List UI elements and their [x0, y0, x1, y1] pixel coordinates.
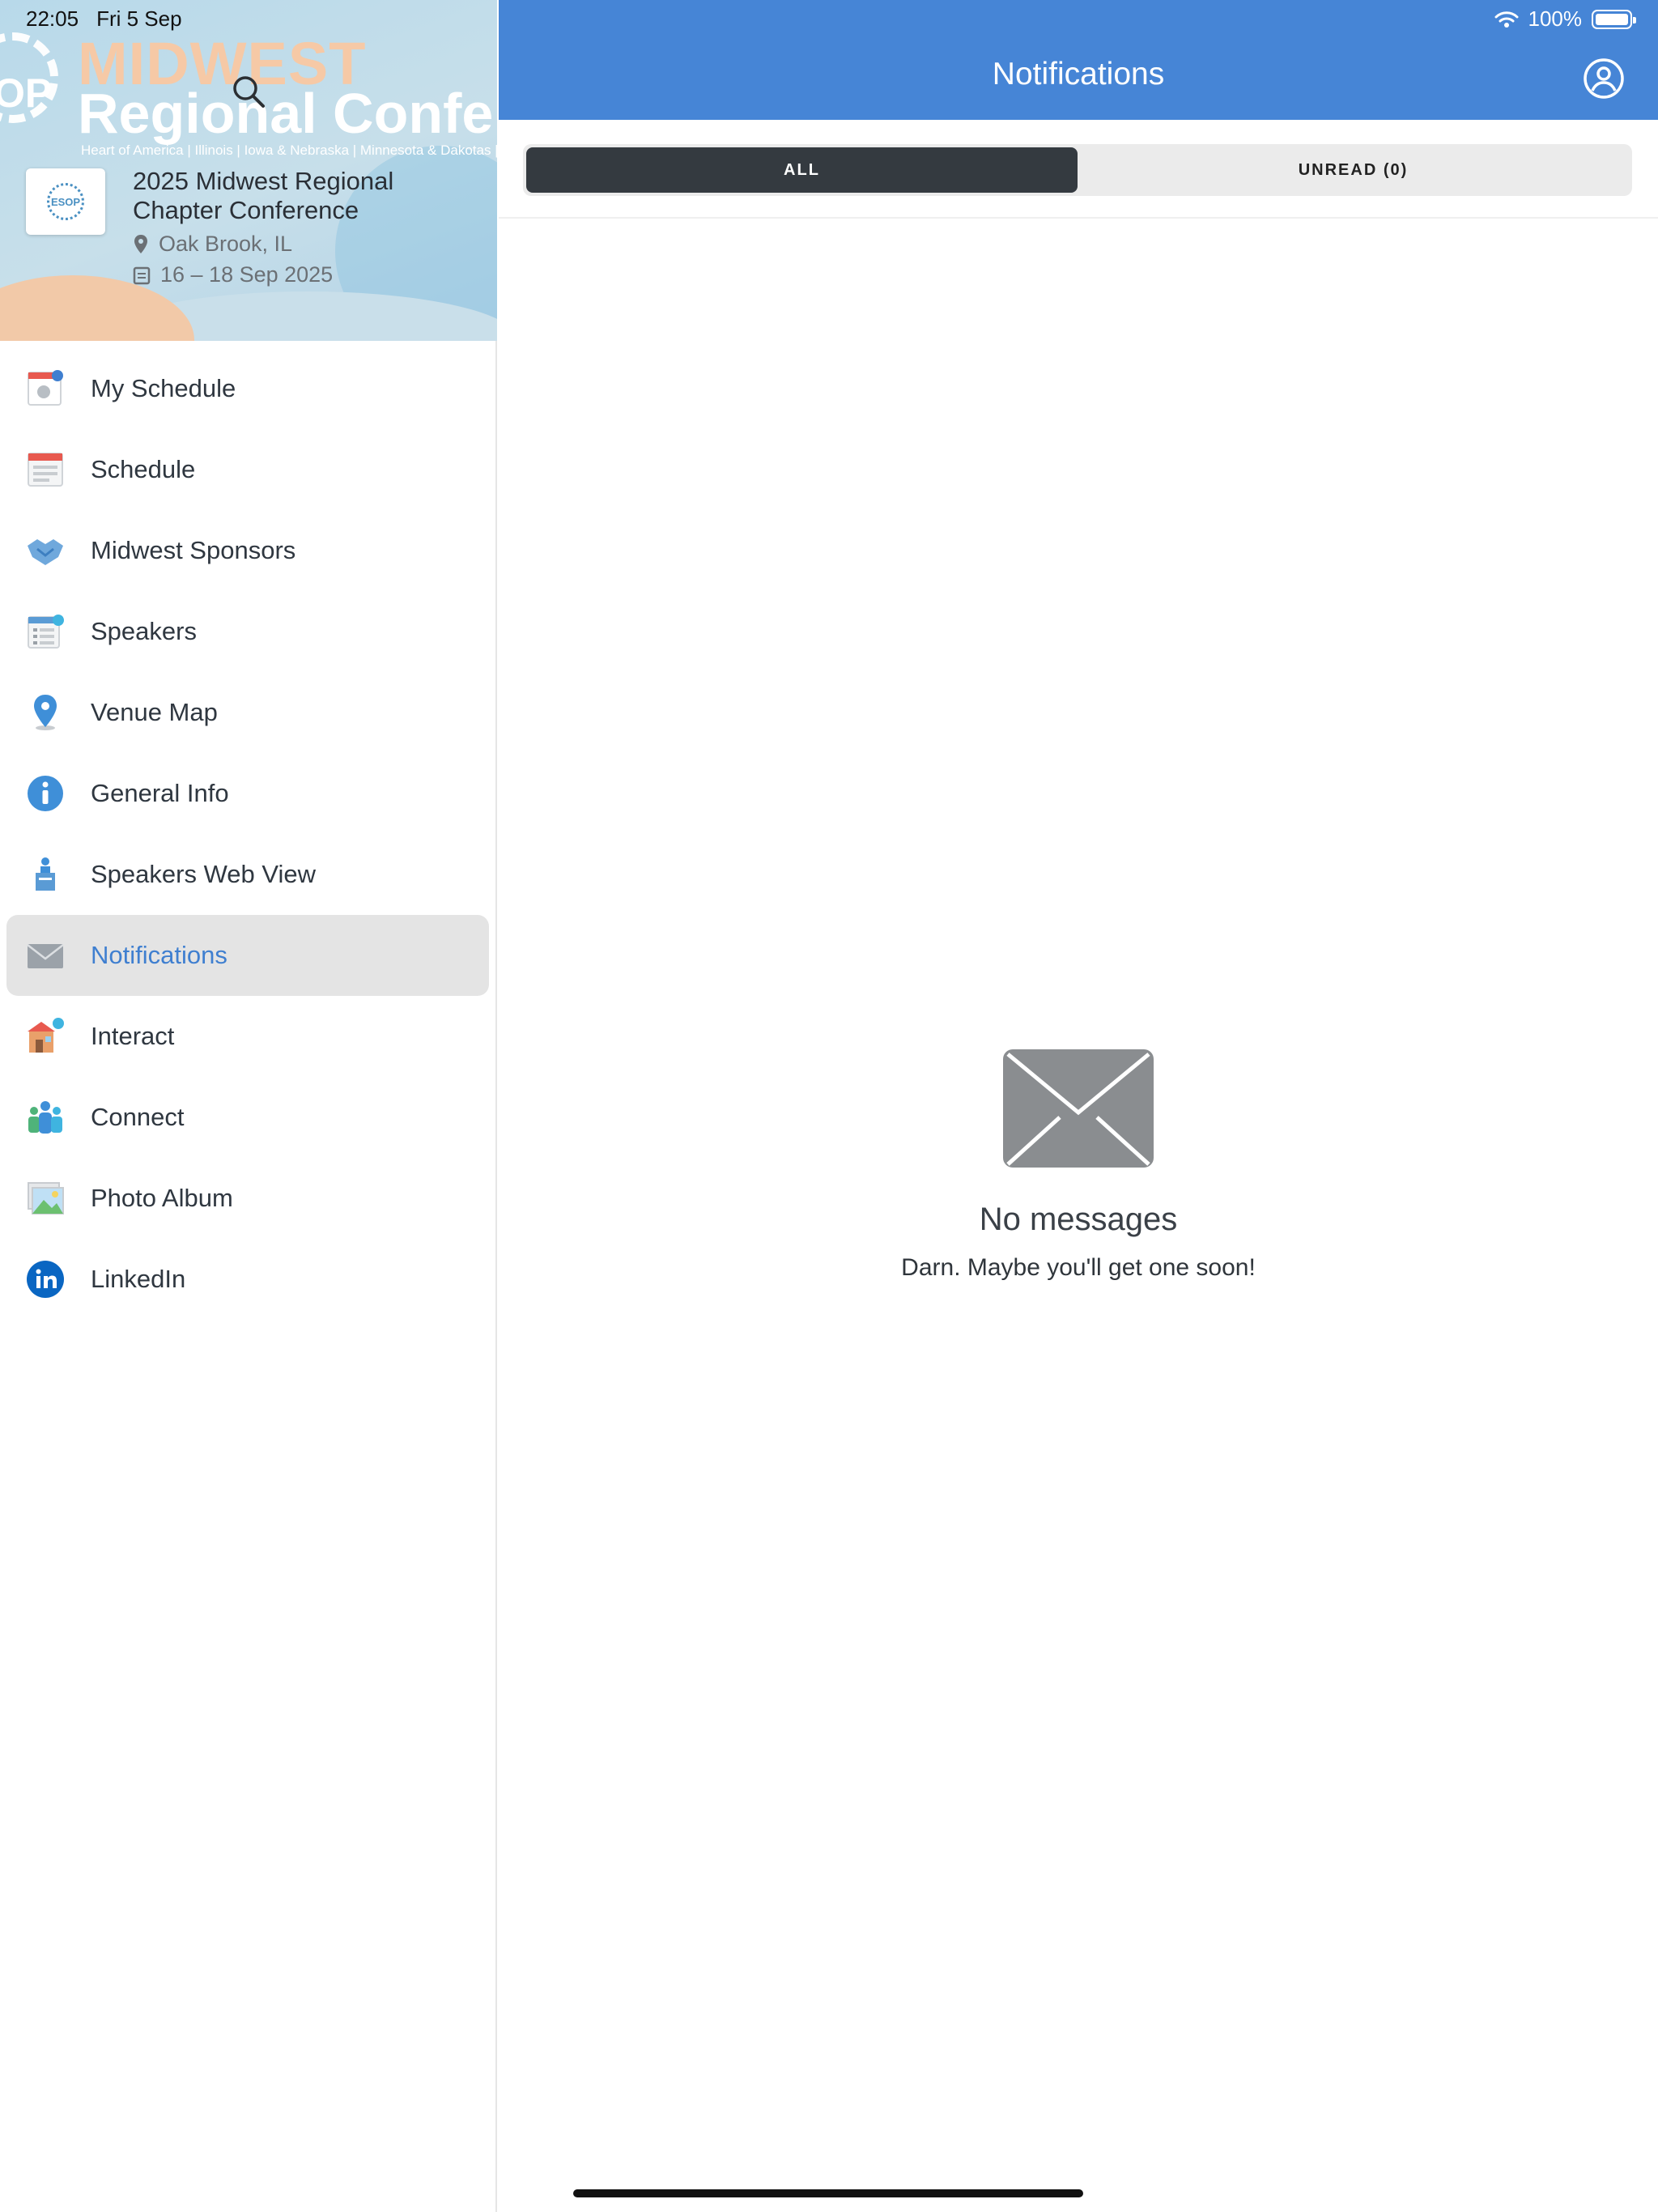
sidebar-item-speakers[interactable]: Speakers	[0, 591, 495, 672]
interact-icon	[26, 1017, 65, 1056]
sidebar-nav: My Schedule Schedule Midwest Sponsors Sp…	[0, 348, 495, 1320]
calendar-icon	[26, 450, 65, 489]
sidebar-item-label: Speakers Web View	[91, 860, 317, 888]
sidebar-item-label: My Schedule	[91, 374, 236, 402]
tab-unread[interactable]: UNREAD (0)	[1078, 147, 1629, 193]
sidebar-item-notifications[interactable]: Notifications	[6, 915, 489, 996]
profile-icon[interactable]	[1582, 57, 1626, 100]
banner-title-line2: Regional Conferen	[78, 82, 497, 145]
sidebar-item-label: Venue Map	[91, 698, 218, 726]
linkedin-icon	[26, 1260, 65, 1299]
handshake-icon	[26, 531, 65, 570]
sidebar-item-speakers-web-view[interactable]: Speakers Web View	[0, 834, 495, 915]
sidebar: OP MIDWEST Regional Conferen Heart of Am…	[0, 0, 497, 2212]
sidebar-item-connect[interactable]: Connect	[0, 1077, 495, 1158]
empty-state-title: No messages	[979, 1202, 1178, 1237]
sidebar-item-label: Midwest Sponsors	[91, 536, 296, 564]
page-title: Notifications	[992, 57, 1165, 91]
sidebar-item-my-schedule[interactable]: My Schedule	[0, 348, 495, 429]
sidebar-item-label: LinkedIn	[91, 1265, 186, 1293]
battery-percent: 100%	[1528, 6, 1583, 31]
status-time: 22:05	[26, 6, 79, 31]
sidebar-item-label: Notifications	[91, 941, 227, 969]
my-schedule-icon	[26, 369, 65, 408]
top-bar: Notifications	[499, 0, 1658, 120]
empty-state: No messages Darn. Maybe you'll get one s…	[499, 1048, 1658, 1282]
sidebar-item-label: Speakers	[91, 617, 197, 645]
search-icon[interactable]	[230, 73, 267, 110]
tab-all[interactable]: ALL	[526, 147, 1078, 193]
status-bar-right: 100%	[1494, 6, 1636, 32]
main-panel: Notifications ALL UNREAD (0) No messages…	[499, 0, 1658, 2212]
podium-icon	[26, 855, 65, 894]
event-location: Oak Brook, IL	[133, 232, 292, 257]
sidebar-item-midwest-sponsors[interactable]: Midwest Sponsors	[0, 510, 495, 591]
sidebar-item-general-info[interactable]: General Info	[0, 753, 495, 834]
sidebar-item-schedule[interactable]: Schedule	[0, 429, 495, 510]
event-title: 2025 Midwest Regional Chapter Conference	[133, 167, 394, 224]
event-banner: OP MIDWEST Regional Conferen Heart of Am…	[0, 0, 497, 341]
sidebar-item-interact[interactable]: Interact	[0, 996, 495, 1077]
empty-state-subtitle: Darn. Maybe you'll get one soon!	[901, 1254, 1256, 1281]
wifi-icon	[1494, 11, 1518, 28]
sidebar-item-label: General Info	[91, 779, 229, 807]
info-icon	[26, 774, 65, 813]
people-icon	[26, 1098, 65, 1137]
sidebar-item-venue-map[interactable]: Venue Map	[0, 672, 495, 753]
sidebar-item-label: Photo Album	[91, 1184, 233, 1212]
photo-icon	[26, 1179, 65, 1218]
segmented-tabs: ALL UNREAD (0)	[523, 144, 1632, 196]
event-logo: ESOP	[26, 168, 105, 235]
envelope-large-icon	[1003, 1049, 1154, 1168]
speakers-list-icon	[26, 612, 65, 651]
event-dates-text: 16 – 18 Sep 2025	[160, 262, 334, 287]
esop-badge-icon: ESOP	[47, 183, 84, 220]
app-screen: OP MIDWEST Regional Conferen Heart of Am…	[0, 0, 1658, 2212]
location-pin-icon	[134, 234, 147, 253]
home-indicator[interactable]	[573, 2189, 1083, 2197]
battery-icon	[1592, 9, 1636, 29]
status-bar-left: 22:05 Fri 5 Sep	[26, 6, 182, 32]
status-date: Fri 5 Sep	[96, 6, 182, 31]
map-pin-icon	[26, 693, 65, 732]
divider	[499, 217, 1658, 219]
sidebar-item-label: Interact	[91, 1022, 175, 1050]
event-location-text: Oak Brook, IL	[159, 232, 293, 256]
sidebar-item-photo-album[interactable]: Photo Album	[0, 1158, 495, 1239]
calendar-small-icon	[133, 266, 151, 284]
banner-tagline: Heart of America | Illinois | Iowa & Neb…	[81, 143, 497, 158]
event-dates: 16 – 18 Sep 2025	[133, 262, 333, 287]
sidebar-item-label: Schedule	[91, 455, 196, 483]
sidebar-item-linkedin[interactable]: LinkedIn	[0, 1239, 495, 1320]
banner-logo-text: OP	[0, 70, 53, 116]
sidebar-item-label: Connect	[91, 1103, 185, 1131]
envelope-icon	[26, 936, 65, 975]
